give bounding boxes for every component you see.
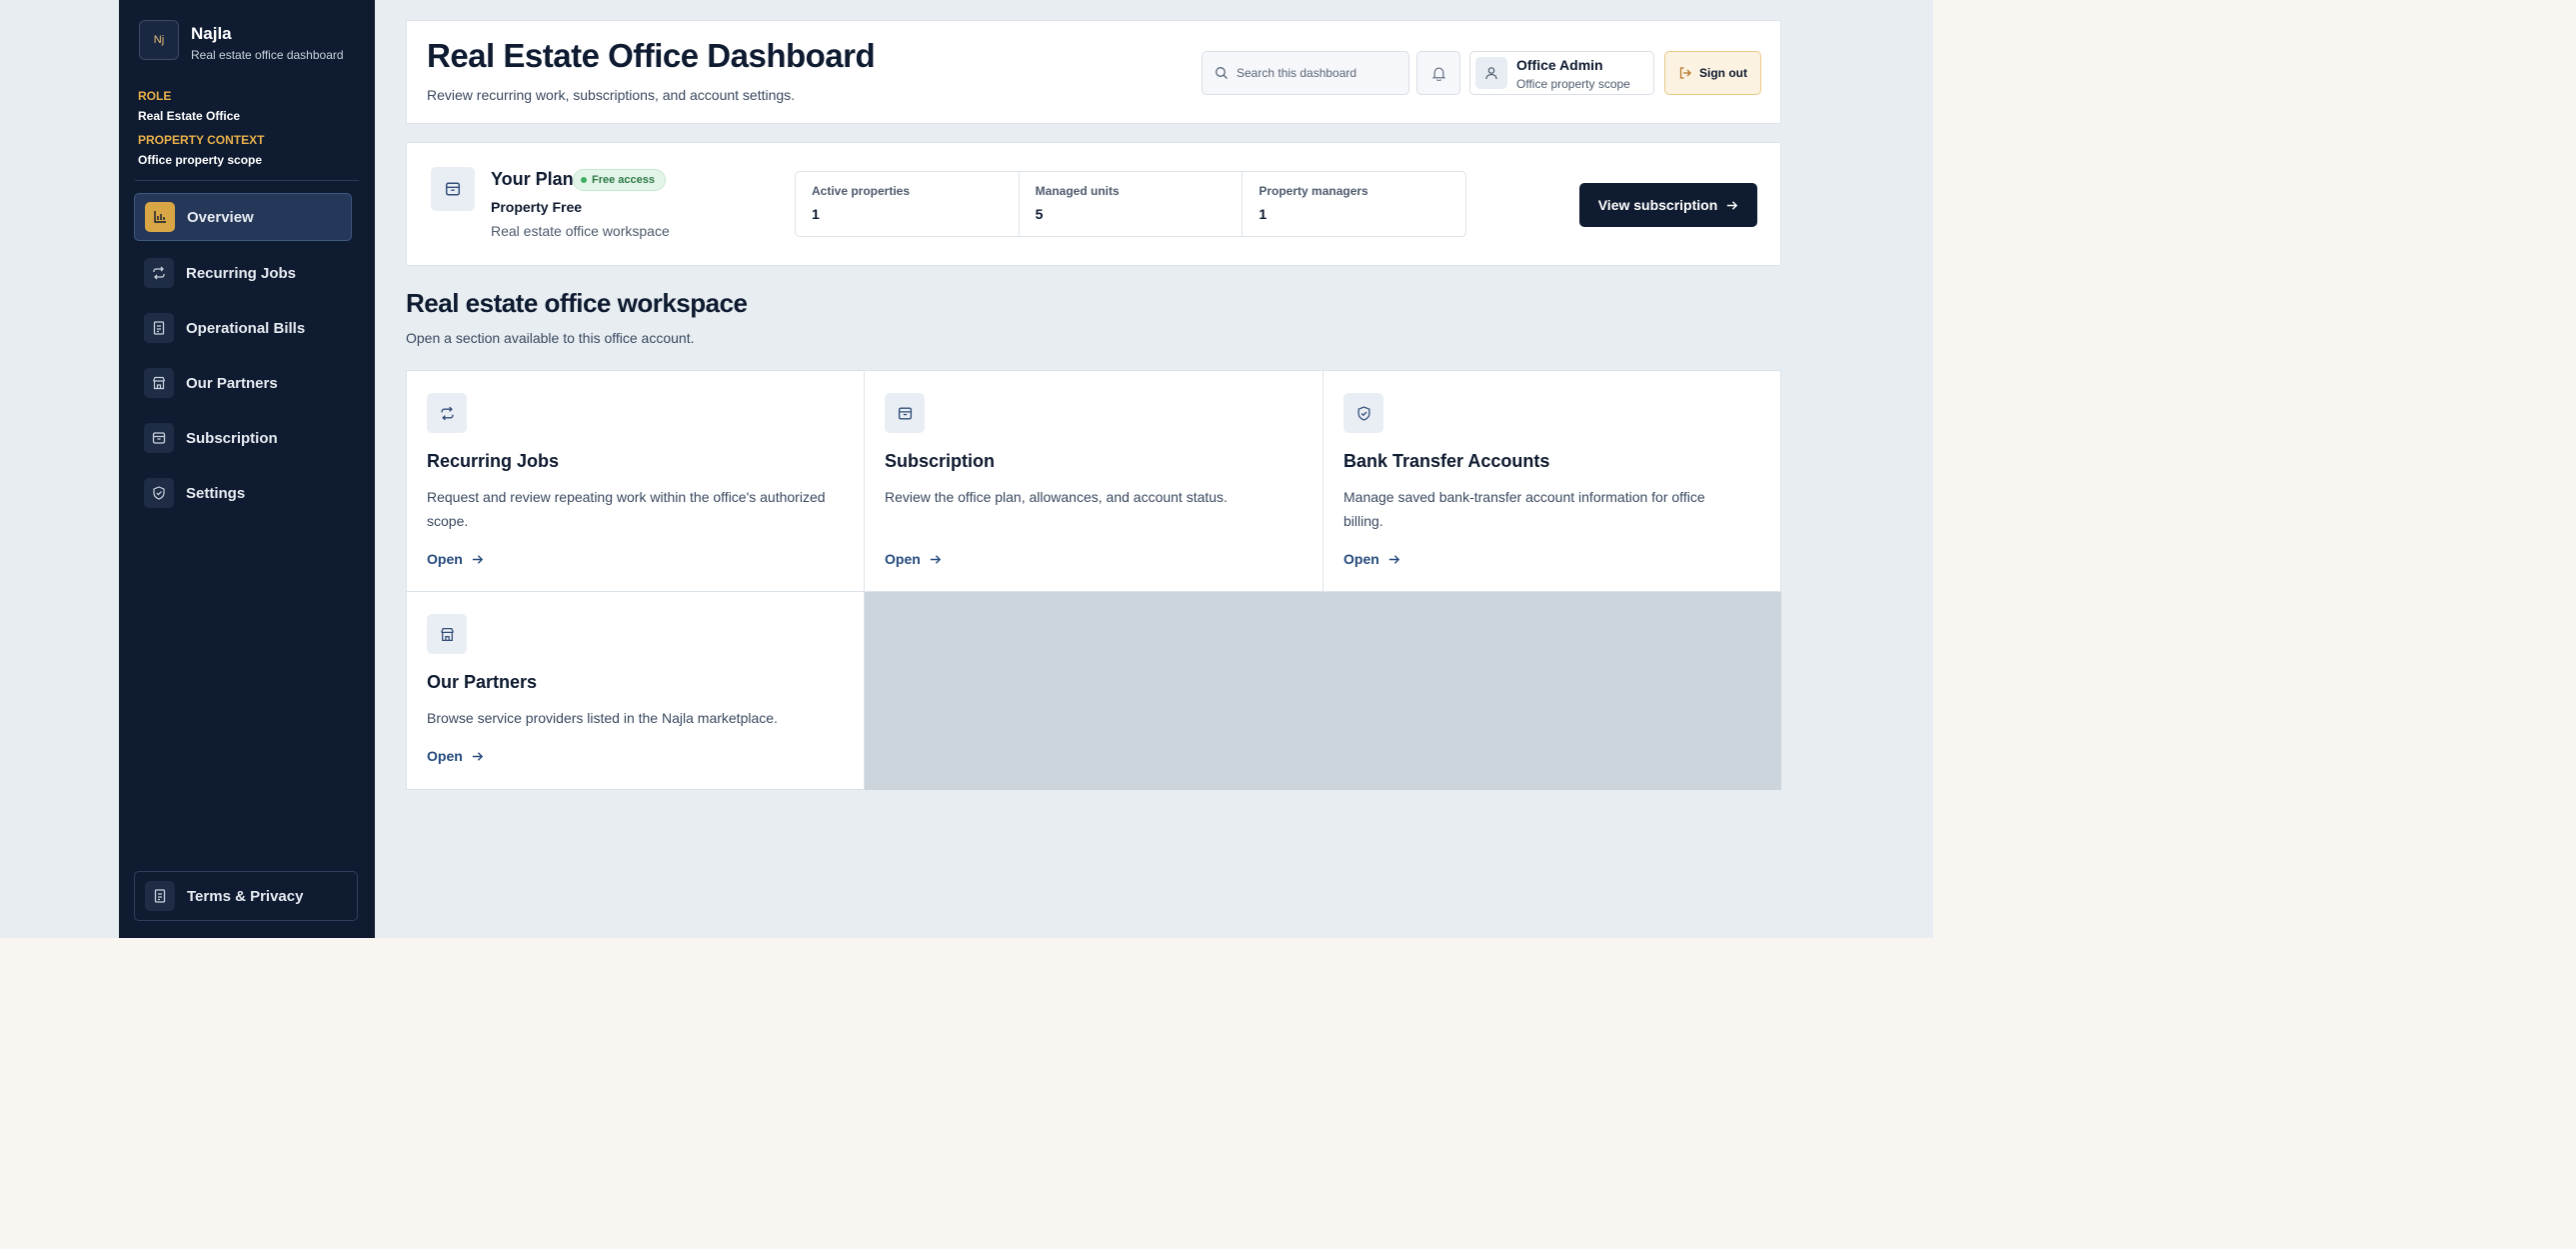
card-subscription: Subscription Review the office plan, all… [864,370,1323,592]
terms-privacy-link[interactable]: Terms & Privacy [134,871,358,921]
open-label: Open [885,551,921,567]
brand-subtitle: Real estate office dashboard [191,48,344,62]
sign-out-button[interactable]: Sign out [1664,51,1761,95]
open-label: Open [427,748,463,764]
sign-out-icon [1679,67,1691,79]
notifications-button[interactable] [1416,51,1460,95]
archive-icon [431,167,475,211]
sidebar-item-label: Our Partners [186,374,278,392]
sidebar-item-recurring-jobs[interactable]: Recurring Jobs [134,249,352,297]
chart-icon [145,202,175,232]
status-badge: Free access [573,169,666,191]
avatar [1475,57,1507,89]
plan-title: Your Plan [491,169,574,189]
sidebar-item-label: Settings [186,484,246,502]
stat-value: 5 [1035,206,1044,222]
page-title: Real Estate Office Dashboard [427,37,876,74]
shield-icon [1343,393,1383,433]
workspace-subtitle: Open a section available to this office … [406,330,695,346]
sidebar-item-our-partners[interactable]: Our Partners [134,359,352,407]
stat-property-managers: Property managers 1 [1243,172,1465,236]
view-subscription-label: View subscription [1597,197,1718,213]
sign-out-label: Sign out [1699,66,1747,80]
sidebar-item-overview[interactable]: Overview [134,193,352,241]
stat-label: Active properties [812,184,911,198]
card-description: Request and review repeating work within… [427,489,826,529]
terms-label: Terms & Privacy [187,887,304,905]
page-subtitle: Review recurring work, subscriptions, an… [427,87,796,103]
card-bank-transfer-accounts: Bank Transfer Accounts Manage saved bank… [1322,370,1781,592]
plan-name: Property Free [491,199,583,215]
sidebar-item-operational-bills[interactable]: Operational Bills [134,304,352,352]
card-description: Browse service providers listed in the N… [427,710,778,726]
open-bank-transfer-accounts-link[interactable]: Open [1343,551,1400,567]
open-label: Open [1343,551,1379,567]
archive-icon [885,393,925,433]
stat-managed-units: Managed units 5 [1020,172,1244,236]
stat-active-properties: Active properties 1 [796,172,1020,236]
workspace-grid: Recurring Jobs Request and review repeat… [406,370,1781,790]
open-subscription-link[interactable]: Open [885,551,942,567]
bell-icon [1431,67,1445,81]
workspace-title: Real estate office workspace [406,288,748,318]
sidebar-item-settings[interactable]: Settings [134,469,352,517]
search-placeholder: Search this dashboard [1237,66,1357,80]
plan-stats: Active properties 1 Managed units 5 Prop… [795,171,1466,237]
archive-icon [144,423,174,453]
grid-empty-area [864,592,1781,790]
app-window: Nj Najla Real estate office dashboard RO… [0,0,1933,938]
stat-label: Property managers [1259,184,1368,198]
role-value: Real Estate Office [138,109,241,123]
arrow-right-icon [472,554,483,564]
card-description: Review the office plan, allowances, and … [885,489,1228,505]
property-context-value: Office property scope [138,153,263,167]
shield-icon [144,478,174,508]
sidebar-item-label: Overview [187,208,254,226]
open-label: Open [427,551,463,567]
arrow-right-icon [472,751,483,761]
card-title: Subscription [885,451,996,471]
card-description: Manage saved bank-transfer account infor… [1343,489,1705,529]
document-icon [144,313,174,343]
view-subscription-button[interactable]: View subscription [1579,183,1757,227]
sidebar-item-label: Subscription [186,429,278,447]
page-header: Real Estate Office Dashboard Review recu… [406,20,1781,124]
user-icon [1485,67,1497,80]
user-name: Office Admin [1516,57,1603,73]
card-title: Recurring Jobs [427,451,560,471]
search-icon [1216,67,1228,79]
sidebar-item-label: Operational Bills [186,319,306,337]
plan-card: Your Plan Free access Property Free Real… [406,142,1781,266]
sidebar-item-label: Recurring Jobs [186,264,297,282]
role-label: ROLE [138,89,172,103]
sidebar: Nj Najla Real estate office dashboard RO… [119,0,375,938]
user-scope: Office property scope [1516,77,1630,91]
user-menu[interactable]: Office Admin Office property scope [1469,51,1654,95]
document-icon [145,881,175,911]
property-context-label: PROPERTY CONTEXT [138,133,265,147]
card-title: Our Partners [427,672,538,692]
arrow-right-icon [930,554,941,564]
card-title: Bank Transfer Accounts [1343,451,1550,471]
stat-value: 1 [1259,206,1268,222]
stat-value: 1 [812,206,820,222]
brand[interactable]: Nj Najla Real estate office dashboard [139,20,351,64]
stat-label: Managed units [1035,184,1120,198]
sidebar-divider [135,180,359,181]
repeat-icon [144,258,174,288]
store-icon [427,614,467,654]
open-our-partners-link[interactable]: Open [427,748,484,764]
search-input[interactable]: Search this dashboard [1202,51,1409,95]
open-recurring-jobs-link[interactable]: Open [427,551,484,567]
store-icon [144,368,174,398]
card-our-partners: Our Partners Browse service providers li… [406,591,865,790]
card-recurring-jobs: Recurring Jobs Request and review repeat… [406,370,865,592]
brand-name: Najla [191,24,232,43]
repeat-icon [427,393,467,433]
arrow-right-icon [1727,200,1738,210]
arrow-right-icon [1388,554,1399,564]
sidebar-item-subscription[interactable]: Subscription [134,414,352,462]
brand-logo: Nj [139,20,179,60]
plan-description: Real estate office workspace [491,223,670,239]
